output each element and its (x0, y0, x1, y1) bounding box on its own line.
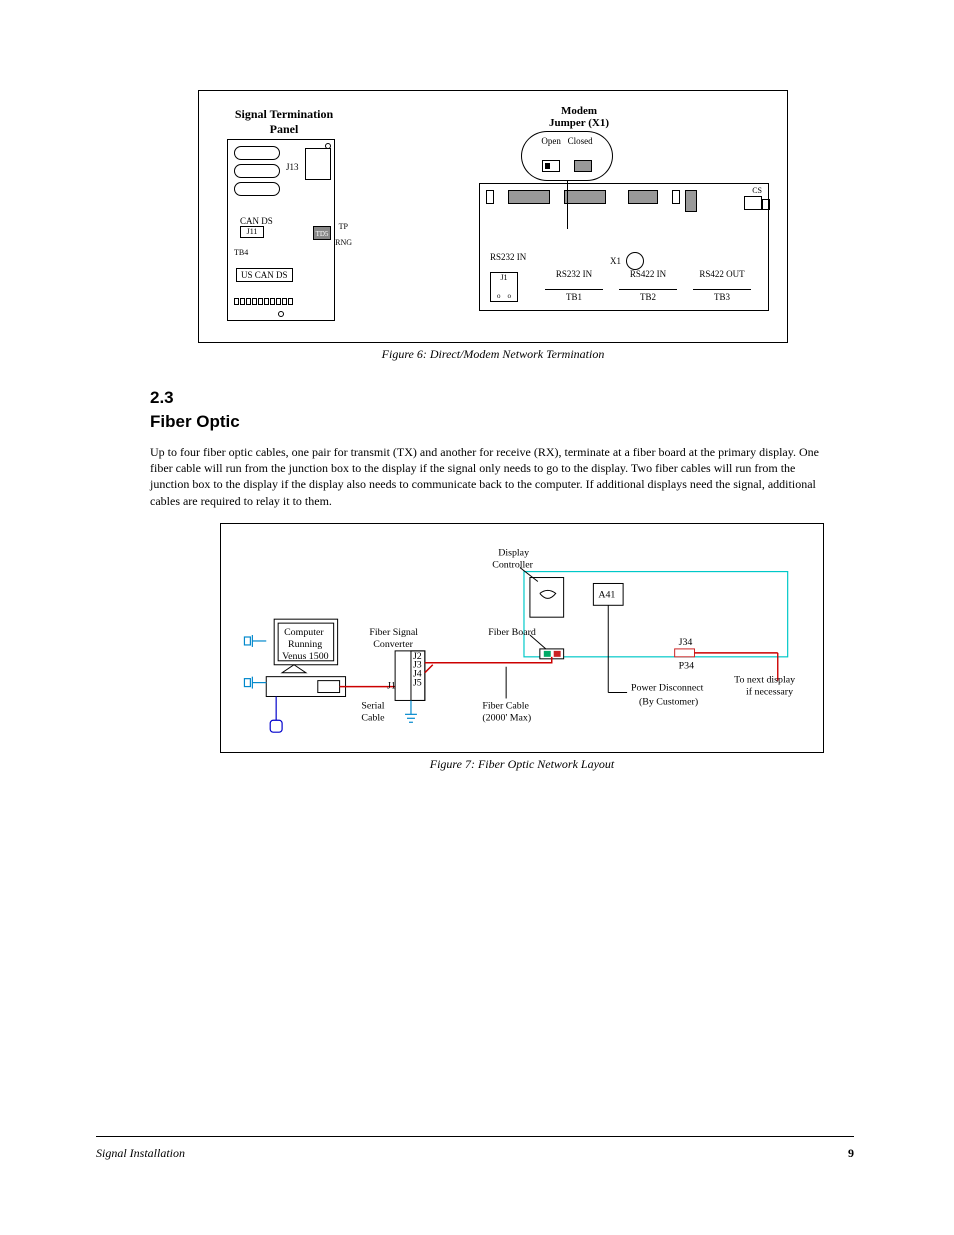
section-number: 2.3 (150, 388, 830, 408)
signal-termination-panel-label: Signal Termination Panel (219, 107, 349, 137)
open-label: Open (541, 136, 561, 146)
to-next-display-label: if necessary (746, 686, 793, 697)
closed-label: Closed (568, 136, 593, 146)
j13-label: J13 (286, 162, 299, 172)
tb3-label: TB3 (692, 292, 752, 302)
figure-7-caption: Figure 7: Fiber Optic Network Layout (220, 757, 824, 772)
fiber-board-label: Fiber Board (488, 627, 536, 638)
power-disconnect-label: (By Customer) (639, 696, 698, 707)
label-text: Panel (270, 122, 299, 136)
chip-icon (508, 190, 550, 204)
label-text: Modem (561, 105, 597, 117)
display-controller-label: Display (498, 547, 529, 558)
modem-jumper-label: Modem Jumper (X1) (539, 105, 619, 129)
callout-leader-line (567, 181, 568, 229)
label-text: Signal Termination (235, 107, 333, 121)
j1-connector: J1 o o (490, 272, 518, 302)
x1-label: X1 (610, 256, 621, 266)
j1-port-label: J1 (387, 680, 396, 691)
to-next-display-label: To next display (734, 674, 795, 685)
computer-label: Venus 1500 (282, 651, 329, 662)
connector-slot-icon (234, 182, 280, 196)
section-heading: Fiber Optic (150, 412, 830, 432)
footer-page-number: 9 (848, 1146, 854, 1161)
footer-section-title: Signal Installation (96, 1146, 185, 1161)
rs422-out-label: RS422 OUT (692, 269, 752, 279)
fiber-signal-converter-label: Converter (373, 639, 413, 650)
us-can-ds-label: US CAN DS (236, 268, 293, 282)
can-ds-label: CAN DS (240, 216, 273, 226)
j1-label: J1 (491, 273, 517, 282)
chip-icon (685, 190, 697, 212)
rs422-in-label: RS422 IN (618, 269, 678, 279)
j13-connector-icon (305, 148, 331, 180)
cs-label: CS (752, 186, 762, 195)
plug-icon (270, 696, 282, 732)
j34-label: J34 (679, 637, 693, 648)
j11-connector: J11 (240, 226, 264, 238)
figure-direct-modem-termination: Signal Termination Panel Modem Jumper (X… (198, 90, 788, 343)
connector-slot-icon (234, 146, 280, 160)
fiber-cable-label: Fiber Cable (482, 700, 529, 711)
jumper-closed-icon (574, 160, 592, 172)
display-controller-label: Controller (492, 559, 533, 570)
rng-label: RNG (335, 238, 352, 247)
x1-jumper-circle-icon (626, 252, 644, 270)
ground-icon (244, 635, 266, 647)
j5-port-label: J5 (413, 677, 422, 688)
tb2-label: TB2 (618, 292, 678, 302)
fiber-signal-converter-label: Fiber Signal (369, 627, 418, 638)
jumper-open-icon (542, 160, 560, 172)
ground-icon (405, 700, 417, 722)
rs232-in-header: RS232 IN (490, 252, 526, 262)
power-disconnect-label: Power Disconnect (631, 682, 704, 693)
chip-icon (486, 190, 494, 204)
chip-icon (628, 190, 658, 204)
td5-block: TD5 (313, 226, 331, 240)
ground-icon (244, 676, 266, 688)
a41-label: A41 (598, 589, 615, 600)
tb4-label: TB4 (234, 248, 248, 257)
tb1-label: TB1 (544, 292, 604, 302)
figure-6-caption: Figure 6: Direct/Modem Network Terminati… (198, 347, 788, 362)
rs232-in-label: RS232 IN (544, 269, 604, 279)
mounting-hole-icon (278, 311, 284, 317)
connector-slot-icon (234, 164, 280, 178)
cs-connector-icon (744, 196, 762, 210)
computer-label: Running (288, 639, 322, 650)
serial-cable-label: Cable (361, 712, 385, 723)
p34-label: P34 (679, 660, 694, 671)
footer-rule (96, 1136, 854, 1137)
figure-fiber-optic-layout: Display Controller A41 Power Disconnect … (220, 523, 824, 753)
label-text: Jumper (X1) (549, 117, 609, 129)
jumper-callout-bubble: Open Closed (521, 131, 613, 181)
body-paragraph: Up to four fiber optic cables, one pair … (150, 444, 830, 509)
pin-row-icon (234, 294, 328, 302)
tp-label: TP (339, 222, 348, 231)
computer-label: Computer (284, 627, 324, 638)
termination-panel-board: J13 CAN DS J11 TD5 TP RNG TB4 US CAN DS (227, 139, 335, 321)
chip-icon (564, 190, 606, 204)
fiber-cable-label: (2000' Max) (482, 712, 531, 723)
chip-icon (672, 190, 680, 204)
serial-cable-label: Serial (361, 700, 384, 711)
controller-board: CS X1 RS232 IN J1 o o RS232 IN TB1 (479, 183, 769, 311)
